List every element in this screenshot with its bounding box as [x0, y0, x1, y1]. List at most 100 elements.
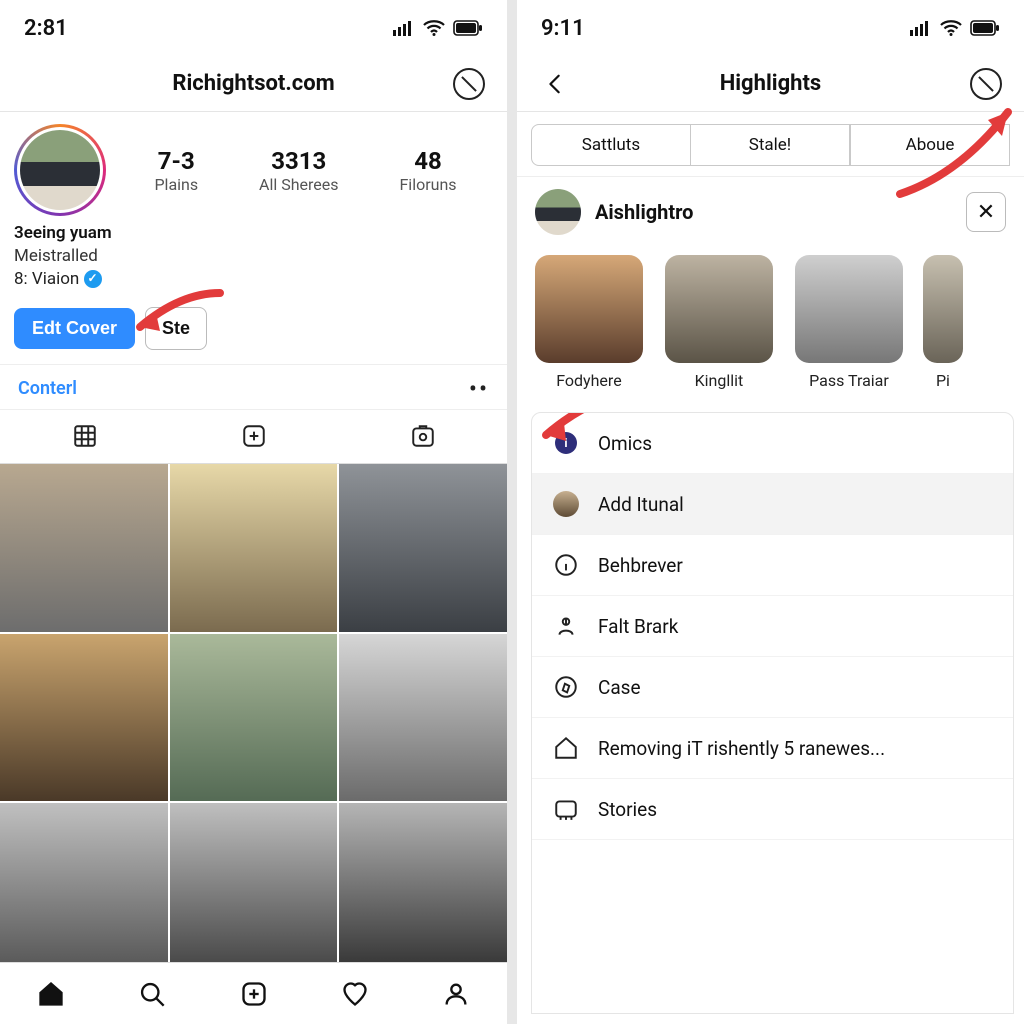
photo-grid: [0, 464, 507, 962]
settings-icon[interactable]: [968, 66, 1004, 102]
grid-photo[interactable]: [0, 464, 168, 632]
verified-badge-icon: [84, 270, 102, 288]
grid-photo[interactable]: [170, 803, 338, 962]
secondary-button[interactable]: Ste: [145, 307, 207, 350]
menu-item-label: Removing iT rishently 5 ranewes...: [598, 737, 885, 760]
profile-header: 7-3 Plains 3313 All Sherees 48 Filoruns: [0, 112, 507, 222]
back-icon[interactable]: [537, 66, 573, 102]
back-placeholder: [20, 66, 56, 102]
battery-icon: [453, 20, 483, 36]
grid-photo[interactable]: [0, 803, 168, 962]
menu-item-removing[interactable]: Removing iT rishently 5 ranewes...: [532, 718, 1013, 779]
wifi-icon: [940, 20, 962, 36]
menu-sheet: i Omics Add Itunal Behbrever Falt Brark …: [531, 412, 1014, 1014]
more-options-icon[interactable]: ••: [469, 375, 489, 403]
profile-tab-icon[interactable]: [406, 963, 507, 1024]
user-name: Aishlightro: [595, 200, 694, 224]
close-button[interactable]: ✕: [966, 192, 1006, 232]
stat-number: 48: [399, 147, 456, 175]
menu-item-omics[interactable]: i Omics: [532, 413, 1013, 474]
user-row: Aishlightro ✕: [517, 177, 1024, 253]
page-title: Highlights: [573, 71, 968, 96]
bio-detail: 8: Viaion: [14, 268, 493, 291]
bottom-tab-bar: [0, 962, 507, 1024]
stat-following[interactable]: 48 Filoruns: [399, 147, 456, 194]
stat-number: 3313: [259, 147, 338, 175]
menu-item-label: Add Itunal: [598, 493, 684, 516]
stat-number: 7-3: [154, 147, 198, 175]
profile-screen: 2:81 Richightsot.com 7-3 Plains: [0, 0, 507, 1024]
bio-category: Meistralled: [14, 245, 493, 268]
status-time: 9:11: [541, 16, 585, 41]
home-tab-icon[interactable]: [0, 963, 101, 1024]
menu-item-label: Stories: [598, 798, 657, 821]
page-title: Richightsot.com: [56, 71, 451, 96]
menu-item-behbrever[interactable]: Behbrever: [532, 535, 1013, 596]
nav-bar: Richightsot.com: [0, 56, 507, 112]
highlight-label: Pi: [923, 371, 963, 390]
add-tab-icon[interactable]: [169, 410, 338, 463]
highlight-item[interactable]: Fodyhere: [533, 255, 645, 390]
menu-item-add[interactable]: Add Itunal: [532, 474, 1013, 535]
status-icons: [910, 20, 1000, 36]
highlight-thumbnail: [795, 255, 903, 363]
edit-cover-button[interactable]: Edt Cover: [14, 308, 135, 349]
stories-icon: [552, 795, 580, 823]
stat-followers[interactable]: 3313 All Sherees: [259, 147, 338, 194]
grid-photo[interactable]: [339, 803, 507, 962]
profile-avatar[interactable]: [14, 124, 106, 216]
highlights-screen: 9:11 Highlights Sattluts Stale! Aboue: [517, 0, 1024, 1024]
grid-photo[interactable]: [0, 634, 168, 802]
menu-item-label: Omics: [598, 432, 652, 455]
stat-posts[interactable]: 7-3 Plains: [154, 147, 198, 194]
compass-icon: [552, 673, 580, 701]
battery-icon: [970, 20, 1000, 36]
wifi-icon: [423, 20, 445, 36]
highlight-thumbnail: [535, 255, 643, 363]
grid-photo[interactable]: [170, 464, 338, 632]
highlight-thumbnail: [923, 255, 963, 363]
nav-bar: Highlights: [517, 56, 1024, 112]
highlight-label: Kingllit: [663, 371, 775, 390]
user-avatar[interactable]: [535, 189, 581, 235]
highlight-item[interactable]: Kingllit: [663, 255, 775, 390]
segment-control: Sattluts Stale! Aboue: [517, 112, 1024, 177]
highlight-label: Fodyhere: [533, 371, 645, 390]
highlight-item[interactable]: Pi: [923, 255, 963, 390]
content-tab-row: Conterl ••: [0, 364, 507, 410]
stat-label: All Sherees: [259, 175, 338, 194]
grid-tab-icon[interactable]: [0, 410, 169, 463]
menu-item-label: Behbrever: [598, 554, 683, 577]
activity-tab-icon[interactable]: [304, 963, 405, 1024]
bio-name: 3eeing yuam: [14, 222, 493, 245]
stat-label: Plains: [154, 175, 198, 194]
menu-item-case[interactable]: Case: [532, 657, 1013, 718]
tagged-tab-icon[interactable]: [338, 410, 507, 463]
avatar-icon: [552, 490, 580, 518]
segment-tab[interactable]: Aboue: [850, 124, 1010, 166]
segment-tab[interactable]: Sattluts: [531, 124, 691, 166]
status-icons: [393, 20, 483, 36]
grid-photo[interactable]: [339, 634, 507, 802]
grid-photo[interactable]: [170, 634, 338, 802]
status-bar: 2:81: [0, 0, 507, 56]
menu-item-label: Case: [598, 676, 641, 699]
profile-stats: 7-3 Plains 3313 All Sherees 48 Filoruns: [124, 147, 487, 194]
cellular-signal-icon: [393, 20, 415, 36]
content-tab[interactable]: Conterl: [18, 378, 77, 399]
search-tab-icon[interactable]: [101, 963, 202, 1024]
menu-item-falt-brark[interactable]: Falt Brark: [532, 596, 1013, 657]
menu-item-stories[interactable]: Stories: [532, 779, 1013, 840]
highlight-item[interactable]: Pass Traiar: [793, 255, 905, 390]
status-time: 2:81: [24, 16, 68, 41]
highlight-label: Pass Traiar: [793, 371, 905, 390]
discover-people-icon[interactable]: [451, 66, 487, 102]
badge-icon: i: [552, 429, 580, 457]
highlight-thumbnail: [665, 255, 773, 363]
grid-photo[interactable]: [339, 464, 507, 632]
cellular-signal-icon: [910, 20, 932, 36]
segment-tab[interactable]: Stale!: [691, 124, 850, 166]
create-tab-icon[interactable]: [203, 963, 304, 1024]
home-icon: [552, 734, 580, 762]
profile-action-row: Edt Cover Ste: [0, 301, 507, 364]
